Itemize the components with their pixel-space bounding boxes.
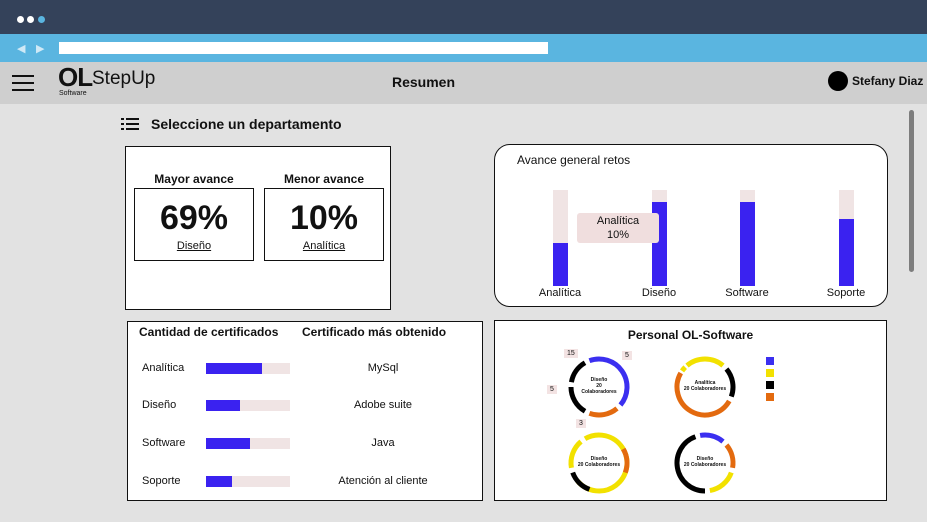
cert-progress-track — [206, 400, 290, 411]
legend-swatch — [766, 393, 774, 401]
donut-center-label: Diseño 20 Colaboradores — [574, 377, 624, 395]
browser-toolbar: ◀ ▶ — [0, 34, 927, 62]
donut-callout: 5 — [622, 351, 632, 360]
legend-swatch — [766, 357, 774, 365]
bar-track[interactable] — [740, 190, 755, 286]
donut-callout: 15 — [564, 349, 578, 358]
bar-category-label: Diseño — [641, 287, 677, 299]
window-dot-icon[interactable] — [38, 16, 45, 23]
donut-segment — [685, 356, 725, 368]
donut-segment — [588, 406, 619, 418]
user-name[interactable]: Stefany Diaz — [852, 74, 923, 88]
donut-label-line: Colaboradores — [581, 389, 617, 395]
tooltip-value: 10% — [606, 229, 630, 241]
donut-segment — [709, 471, 734, 494]
cert-department-label: Software — [142, 437, 186, 449]
app-header: OL Software StepUp Resumen Stefany Diaz — [0, 62, 927, 104]
bar-category-label: Analítica — [538, 287, 582, 299]
staff-title: Personal OL-Software — [627, 328, 754, 342]
legend-swatch — [766, 381, 774, 389]
bar-fill[interactable] — [740, 202, 755, 286]
cert-progress-fill — [206, 400, 240, 411]
forward-arrow-icon[interactable]: ▶ — [36, 42, 44, 55]
highest-progress-value: 69% — [159, 199, 229, 237]
donut-segment — [680, 365, 688, 373]
donut-segment — [699, 432, 725, 444]
bar-fill[interactable] — [553, 243, 568, 286]
back-arrow-icon[interactable]: ◀ — [17, 42, 25, 55]
bar-track[interactable] — [839, 190, 854, 286]
bar-category-label: Software — [725, 287, 769, 299]
avatar[interactable] — [828, 71, 848, 91]
challenges-chart-card: Avance general retos Analítica Diseño Soft… — [494, 144, 888, 307]
progress-summary-card: Mayor avance Menor avance 69% Diseño 10%… — [125, 146, 391, 310]
cert-top-value: Java — [371, 437, 395, 449]
cert-top-value: Adobe suite — [353, 399, 413, 411]
page-title: Resumen — [391, 74, 456, 90]
cert-progress-fill — [206, 438, 250, 449]
cert-top-value: MySql — [367, 362, 399, 374]
legend-swatch — [766, 369, 774, 377]
cert-progress-track — [206, 438, 290, 449]
window-titlebar — [0, 0, 927, 34]
list-icon — [121, 117, 139, 131]
cert-count-header: Cantidad de certificados — [139, 325, 279, 339]
cert-department-label: Soporte — [142, 475, 181, 487]
cert-progress-fill — [206, 476, 232, 487]
lowest-progress-value: 10% — [289, 199, 359, 237]
lowest-progress-title: Menor avance — [283, 172, 365, 186]
donut-segment — [570, 471, 591, 492]
address-bar[interactable] — [59, 42, 548, 54]
cert-top-header: Certificado más obtenido — [302, 325, 447, 339]
cert-department-label: Diseño — [142, 399, 177, 411]
highest-progress-box: 69% Diseño — [134, 188, 254, 261]
window-dot-icon[interactable] — [27, 16, 34, 23]
certificates-card: Cantidad de certificados Certificado más… — [127, 321, 483, 501]
chart-tooltip: Analítica 10% — [577, 213, 659, 243]
donut-label-line: 20 Colaboradores — [577, 462, 621, 468]
bar-category-label: Soporte — [826, 287, 866, 299]
department-selector[interactable]: Seleccione un departamento — [121, 115, 342, 133]
chart-title: Avance general retos — [517, 153, 631, 167]
cert-top-value: Atención al cliente — [338, 475, 428, 487]
bar-track[interactable] — [553, 190, 568, 286]
highest-progress-department-link[interactable]: Diseño — [135, 240, 253, 252]
donut-label-line: 20 Colaboradores — [683, 462, 727, 468]
donut-center-label: Diseño 20 Colaboradores — [680, 456, 730, 468]
cert-progress-fill — [206, 363, 262, 374]
donut-callout: 5 — [547, 385, 557, 394]
highest-progress-title: Mayor avance — [154, 172, 234, 186]
lowest-progress-box: 10% Analítica — [264, 188, 384, 261]
donut-label-line: 20 Colaboradores — [683, 386, 727, 392]
donut-callout: 3 — [576, 419, 586, 428]
donut-center-label: Analítica 20 Colaboradores — [680, 380, 730, 392]
donut-center-label: Diseño 20 Colaboradores — [574, 456, 624, 468]
window-dot-icon[interactable] — [17, 16, 24, 23]
bar-fill[interactable] — [839, 219, 854, 286]
logo-subtitle: Software — [59, 90, 87, 97]
cert-progress-track — [206, 363, 290, 374]
scrollbar-thumb[interactable] — [909, 110, 914, 272]
cert-department-label: Analítica — [142, 362, 185, 374]
staff-card: Personal OL-Software Diseño 20 Colaborador… — [494, 320, 887, 501]
cert-progress-track — [206, 476, 290, 487]
lowest-progress-department-link[interactable]: Analítica — [265, 240, 383, 252]
tooltip-label: Analítica — [596, 215, 640, 227]
department-selector-label: Seleccione un departamento — [151, 116, 342, 132]
